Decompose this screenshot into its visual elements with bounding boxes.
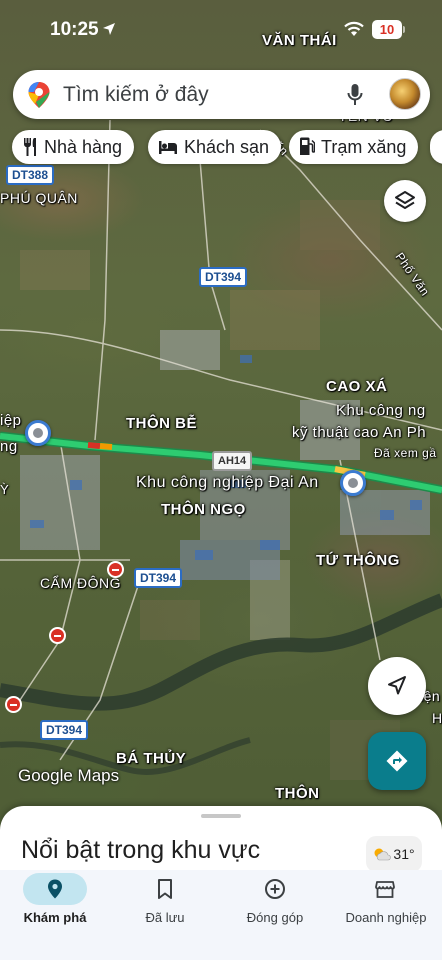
nav-icon-container <box>353 873 417 905</box>
chip-label: Trạm xăng <box>321 136 407 157</box>
place-label-thon-be: THÔN BỄ <box>126 415 197 432</box>
road-shield-ah14: AH14 <box>212 451 253 471</box>
nav-tab-contribute[interactable]: Đóng góp <box>220 870 330 960</box>
no-entry-icon <box>107 561 124 578</box>
chip-label: Khách sạn <box>184 136 270 157</box>
storefront-icon <box>375 881 395 898</box>
poi-label-dai-an-industrial-park[interactable]: Khu công nghiệp Đại An <box>136 474 319 492</box>
place-label-ba-thuy: BÁ THỦY <box>116 750 187 767</box>
gas-station-icon <box>300 137 315 155</box>
poi-label-high-tech-park-line2[interactable]: kỹ thuật cao An Ph <box>292 424 426 441</box>
weather-chip[interactable]: 31° <box>366 836 422 872</box>
place-label-thon-ngo: THÔN NGỌ <box>161 501 246 518</box>
poi-label-right-edge-2: H <box>432 710 442 726</box>
road-shield-dt388: DT388 <box>6 165 55 185</box>
poi-label-high-tech-park-line1[interactable]: Khu công ng <box>336 402 426 419</box>
nav-tab-label: Doanh nghiệp <box>345 910 427 925</box>
location-arrow-icon <box>103 23 115 35</box>
hotel-icon <box>159 141 177 154</box>
bottom-navigation: Khám phá Đã lưu Đóng góp Doanh nghiệp <box>0 870 442 960</box>
poi-label-recently-viewed: Đã xem gầ <box>374 446 437 460</box>
place-label-phu-quan: PHÚ QUÂN <box>0 190 78 206</box>
chip-restaurants[interactable]: Nhà hàng <box>12 130 135 164</box>
nav-icon-container <box>23 873 87 905</box>
battery-tip <box>403 26 405 33</box>
my-location-button[interactable] <box>368 657 426 715</box>
battery-indicator: 10 <box>372 20 402 39</box>
road-shield-dt394-bottom: DT394 <box>40 720 89 740</box>
search-bar[interactable]: Tìm kiếm ở đây <box>13 70 430 119</box>
place-pin-icon[interactable] <box>340 470 366 496</box>
status-bar: 10:25 10 <box>0 0 442 60</box>
restaurant-icon <box>24 138 36 156</box>
account-avatar[interactable] <box>389 78 421 110</box>
place-label-left-edge: Ỳ <box>0 482 10 497</box>
road-shield-dt394-top: DT394 <box>199 267 248 287</box>
directions-icon <box>386 750 408 772</box>
sheet-title: Nổi bật trong khu vực <box>21 836 261 864</box>
directions-button[interactable] <box>368 732 426 790</box>
layers-icon <box>395 191 415 209</box>
layers-button[interactable] <box>384 180 426 222</box>
map-attribution: Google Maps <box>18 766 120 785</box>
search-input[interactable]: Tìm kiếm ở đây <box>63 83 209 107</box>
nav-icon-container <box>133 873 197 905</box>
nav-tab-business[interactable]: Doanh nghiệp <box>330 870 442 960</box>
nav-tab-label: Đóng góp <box>246 910 304 925</box>
place-label-thon-bottom: THÔN <box>275 785 320 802</box>
bookmark-icon <box>158 879 172 899</box>
road-shield-dt394-mid: DT394 <box>134 568 183 588</box>
place-label-cao-xa: CAO XÁ <box>326 378 388 395</box>
chip-gas-stations[interactable]: Trạm xăng <box>289 130 419 164</box>
nav-tab-explore[interactable]: Khám phá <box>0 870 110 960</box>
status-time: 10:25 <box>50 19 99 40</box>
navigation-arrow-icon <box>388 676 406 695</box>
chip-hotels[interactable]: Khách sạn <box>148 130 282 164</box>
place-label-tu-thong: TỨ THÔNG <box>316 552 400 569</box>
poi-label-left-2[interactable]: ng <box>0 438 18 455</box>
wifi-icon <box>344 21 364 36</box>
nav-icon-container <box>243 873 307 905</box>
explore-pin-icon <box>48 879 62 899</box>
place-label-cam-dong: CẨM ĐÔNG <box>40 575 121 591</box>
sheet-drag-handle[interactable] <box>201 814 241 818</box>
place-pin-icon[interactable] <box>25 420 51 446</box>
no-entry-icon <box>49 627 66 644</box>
weather-temperature: 31° <box>393 846 415 862</box>
google-maps-logo-icon <box>28 82 50 108</box>
microphone-icon[interactable] <box>347 83 363 107</box>
nav-tab-label: Đã lưu <box>145 910 185 925</box>
chip-label: Nhà hàng <box>44 136 123 157</box>
no-entry-icon <box>5 696 22 713</box>
nav-tab-label: Khám phá <box>23 910 87 925</box>
add-circle-icon <box>265 879 285 899</box>
nav-tab-saved[interactable]: Đã lưu <box>110 870 220 960</box>
partly-cloudy-icon <box>374 848 392 861</box>
poi-label-left-1[interactable]: iệp <box>0 412 22 429</box>
